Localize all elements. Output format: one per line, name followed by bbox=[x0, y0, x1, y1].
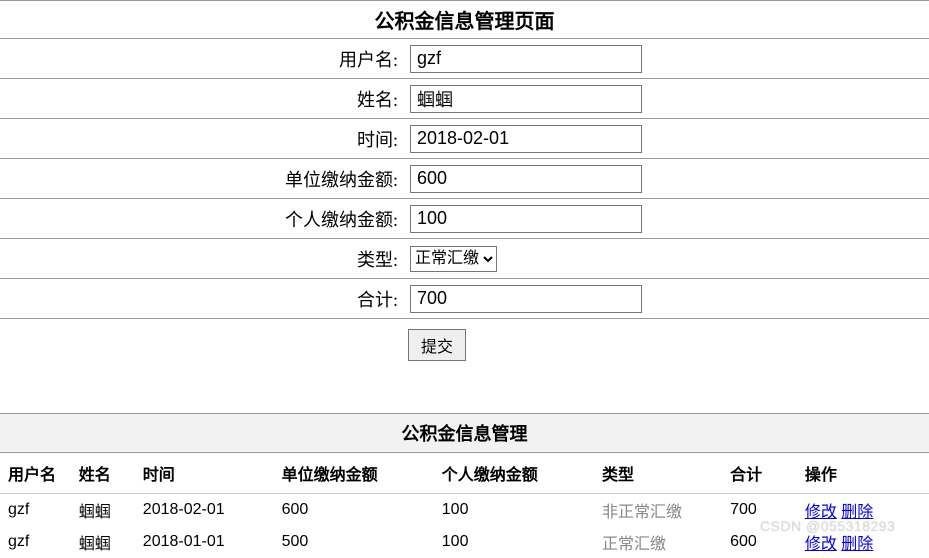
th-unit: 单位缴纳金额 bbox=[278, 453, 438, 494]
cell-username: gzf bbox=[0, 494, 75, 527]
total-input[interactable] bbox=[410, 285, 642, 313]
th-name: 姓名 bbox=[75, 453, 139, 494]
type-label: 类型: bbox=[0, 239, 404, 279]
table-row: gzf蝈蝈2018-02-01600100非正常汇缴700修改 删除 bbox=[0, 494, 929, 527]
cell-name: 蝈蝈 bbox=[75, 494, 139, 527]
list-title: 公积金信息管理 bbox=[0, 414, 929, 453]
cell-total: 600 bbox=[726, 526, 801, 558]
table-row: gzf蝈蝈2018-01-01500100正常汇缴600修改 删除 bbox=[0, 526, 929, 558]
unit-amount-input[interactable] bbox=[410, 165, 642, 193]
cell-ops: 修改 删除 bbox=[801, 526, 929, 558]
list-table: 公积金信息管理 用户名 姓名 时间 单位缴纳金额 个人缴纳金额 类型 合计 操作… bbox=[0, 413, 929, 558]
page-title: 公积金信息管理页面 bbox=[0, 1, 929, 39]
cell-type: 非正常汇缴 bbox=[598, 494, 726, 527]
submit-button[interactable]: 提交 bbox=[408, 329, 466, 361]
form-table: 公积金信息管理页面 用户名: 姓名: 时间: 单位缴纳金额: 个人缴纳金额: 类… bbox=[0, 0, 929, 373]
type-select[interactable]: 正常汇缴 bbox=[410, 246, 497, 272]
th-type: 类型 bbox=[598, 453, 726, 494]
delete-link[interactable]: 删除 bbox=[841, 504, 873, 521]
name-input[interactable] bbox=[410, 85, 642, 113]
cell-username: gzf bbox=[0, 526, 75, 558]
name-label: 姓名: bbox=[0, 79, 404, 119]
date-label: 时间: bbox=[0, 119, 404, 159]
total-label: 合计: bbox=[0, 279, 404, 319]
cell-personal: 100 bbox=[438, 494, 598, 527]
username-label: 用户名: bbox=[0, 39, 404, 79]
cell-unit: 600 bbox=[278, 494, 438, 527]
th-ops: 操作 bbox=[801, 453, 929, 494]
unit-amount-label: 单位缴纳金额: bbox=[0, 159, 404, 199]
cell-unit: 500 bbox=[278, 526, 438, 558]
cell-total: 700 bbox=[726, 494, 801, 527]
edit-link[interactable]: 修改 bbox=[805, 504, 837, 521]
cell-date: 2018-02-01 bbox=[139, 494, 278, 527]
th-total: 合计 bbox=[726, 453, 801, 494]
cell-name: 蝈蝈 bbox=[75, 526, 139, 558]
date-input[interactable] bbox=[410, 125, 642, 153]
delete-link[interactable]: 删除 bbox=[841, 536, 873, 553]
cell-type: 正常汇缴 bbox=[598, 526, 726, 558]
th-personal: 个人缴纳金额 bbox=[438, 453, 598, 494]
personal-amount-label: 个人缴纳金额: bbox=[0, 199, 404, 239]
edit-link[interactable]: 修改 bbox=[805, 536, 837, 553]
th-username: 用户名 bbox=[0, 453, 75, 494]
th-date: 时间 bbox=[139, 453, 278, 494]
cell-personal: 100 bbox=[438, 526, 598, 558]
username-input[interactable] bbox=[410, 45, 642, 73]
cell-ops: 修改 删除 bbox=[801, 494, 929, 527]
cell-date: 2018-01-01 bbox=[139, 526, 278, 558]
personal-amount-input[interactable] bbox=[410, 205, 642, 233]
